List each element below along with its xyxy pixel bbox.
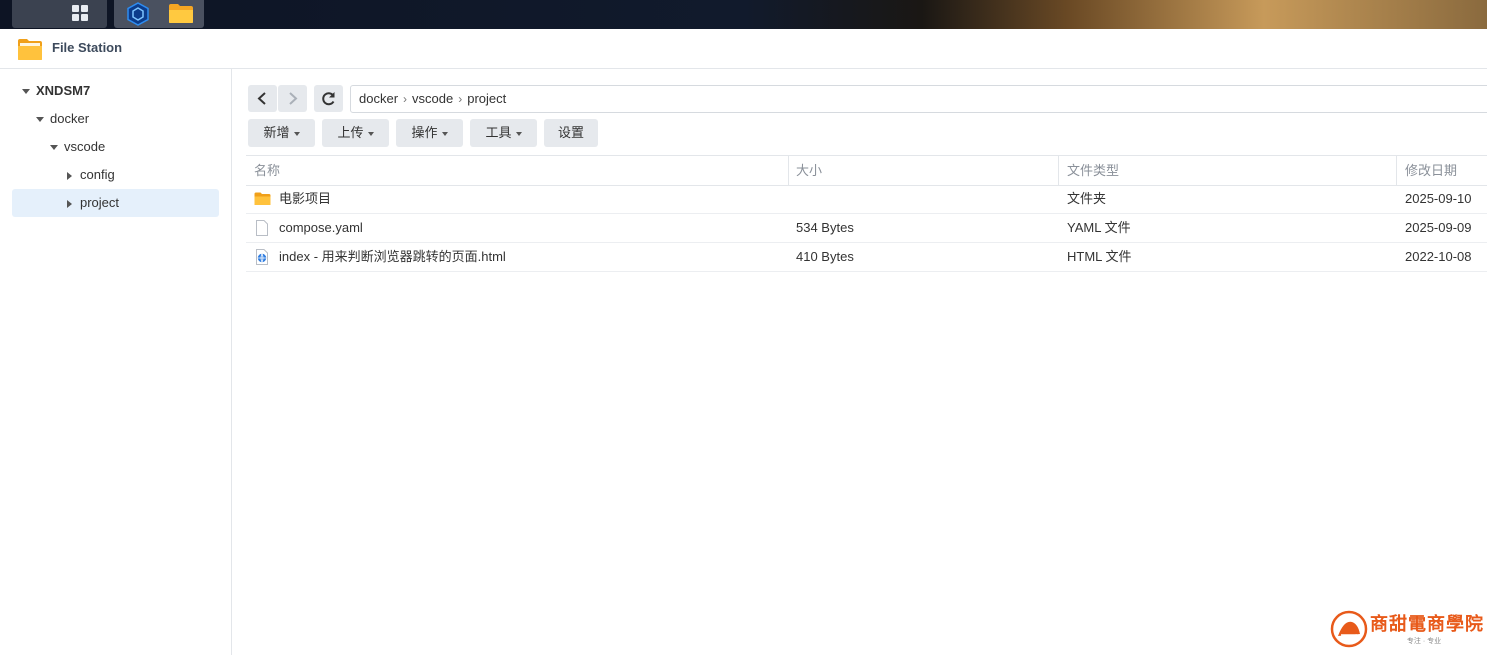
column-header-type[interactable]: 文件类型 [1067,156,1119,185]
collapse-caret-icon[interactable] [67,171,72,180]
dropdown-caret-icon [293,131,300,136]
file-modified: 2025-09-10 [1405,191,1472,206]
dropdown-caret-icon [367,131,374,136]
file-row[interactable]: index - 用来判断浏览器跳转的页面.html 410 Bytes HTML… [246,243,1487,272]
expand-caret-icon[interactable] [22,89,30,95]
tree-root-label: XNDSM7 [36,83,91,98]
back-button[interactable] [248,85,277,112]
main-menu-button[interactable] [12,0,107,28]
file-station-icon [18,39,42,60]
expand-caret-icon[interactable] [36,117,44,123]
file-type: YAML 文件 [1067,220,1131,235]
file-type: 文件夹 [1067,191,1107,206]
html-file-icon [256,249,268,265]
forward-button[interactable] [278,85,307,112]
tools-label: 工具 [485,125,512,140]
settings-button[interactable]: 设置 [544,119,598,147]
tree-item-project[interactable]: project [12,189,219,217]
app-title: File Station [52,40,123,55]
file-size: 410 Bytes [796,249,854,264]
breadcrumb: docker › vscode › project [359,86,506,112]
file-icon [256,220,268,236]
path-bar[interactable]: docker › vscode › project [350,85,1487,113]
collapse-caret-icon[interactable] [67,199,72,208]
file-row[interactable]: compose.yaml 534 Bytes YAML 文件 2025-09-0… [246,214,1487,243]
taskbar [0,0,1487,29]
column-header-name[interactable]: 名称 [254,156,280,185]
tools-button[interactable]: 工具 [470,119,537,147]
create-label: 新增 [263,125,290,140]
chevron-right-icon [289,92,298,105]
refresh-icon [322,92,335,106]
file-modified: 2025-09-09 [1405,220,1472,235]
watermark-subtitle: 专注 · 专业 [1406,638,1442,645]
column-header-modified[interactable]: 修改日期 [1405,156,1457,185]
upload-button[interactable]: 上传 [322,119,389,147]
watermark-logo: 商甜電商學院 专注 · 专业 [1330,608,1483,650]
file-size: 534 Bytes [796,220,854,235]
column-divider[interactable] [788,156,789,185]
column-divider[interactable] [1396,156,1397,185]
tree-item-label: project [80,195,120,210]
tree-item-docker[interactable]: docker [36,105,216,133]
breadcrumb-item[interactable]: docker [359,91,398,106]
tree-item-vscode[interactable]: vscode [50,133,220,161]
breadcrumb-item[interactable]: project [467,91,506,106]
dropdown-caret-icon [515,131,522,136]
tree-item-label: vscode [64,139,106,154]
app-hexagon-icon[interactable] [126,2,150,26]
breadcrumb-item[interactable]: vscode [412,91,453,106]
file-type: HTML 文件 [1067,249,1132,264]
taskbar-apps [114,0,204,28]
create-button[interactable]: 新增 [248,119,315,147]
refresh-button[interactable] [314,85,343,112]
settings-label: 设置 [557,125,584,140]
tree-item-label: config [80,167,115,182]
main-menu-icon [72,5,90,23]
breadcrumb-separator: › [403,92,408,106]
watermark-text: 商甜電商學院 [1370,614,1484,635]
column-divider[interactable] [1058,156,1059,185]
tree-item-config[interactable]: config [67,161,217,189]
file-list-header: 名称 大小 文件类型 修改日期 [246,155,1487,186]
chevron-left-icon [257,92,266,105]
file-station-taskbar-icon[interactable] [168,3,194,24]
tree-root-xndsm7[interactable]: XNDSM7 [22,77,222,105]
column-header-size[interactable]: 大小 [796,156,822,185]
file-name: index - 用来判断浏览器跳转的页面.html [279,249,506,264]
upload-label: 上传 [337,125,364,140]
action-button[interactable]: 操作 [396,119,463,147]
folder-tree: XNDSM7 docker vscode config project [0,69,232,655]
expand-caret-icon[interactable] [50,145,58,151]
breadcrumb-separator: › [458,92,463,106]
action-label: 操作 [411,125,438,140]
file-modified: 2022-10-08 [1405,249,1472,264]
folder-icon [254,192,271,205]
file-name: compose.yaml [279,220,363,235]
file-row[interactable]: 电影项目 文件夹 2025-09-10 [246,185,1487,214]
watermark-emblem-icon [1330,610,1368,648]
file-name: 电影项目 [279,191,332,206]
dropdown-caret-icon [441,131,448,136]
tree-item-label: docker [50,111,90,126]
window-titlebar: File Station [0,29,1487,69]
